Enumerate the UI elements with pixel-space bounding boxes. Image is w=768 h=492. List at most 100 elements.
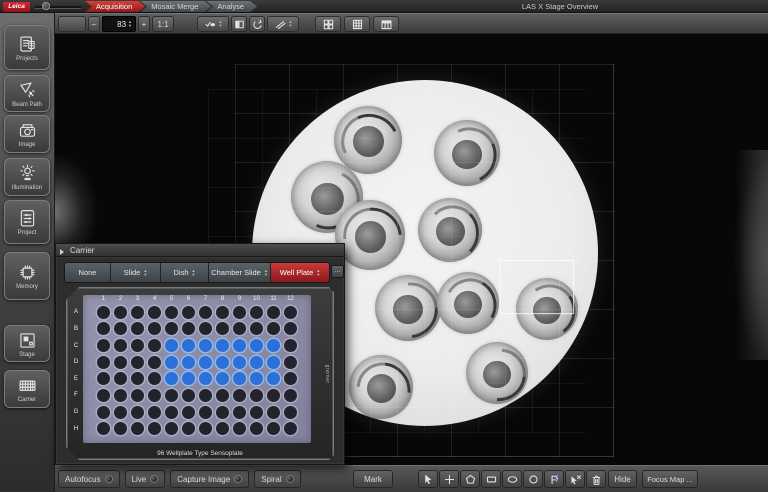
well-E8[interactable] [216,372,229,385]
well-H12[interactable] [284,422,297,435]
well-C4[interactable] [148,339,161,352]
well-F11[interactable] [267,389,280,402]
split-view-button[interactable] [231,16,247,32]
well-C11[interactable] [267,339,280,352]
zoom-in-button[interactable]: + [138,16,150,32]
well-H3[interactable] [131,422,144,435]
sidebar-item-memory[interactable]: Memory [4,252,50,300]
well-D11[interactable] [267,356,280,369]
focus-map-button[interactable]: Focus Map ... [642,470,698,488]
well-G2[interactable] [114,406,127,419]
well-H5[interactable] [165,422,178,435]
well-H1[interactable] [97,422,110,435]
sidebar-item-image[interactable]: Image [4,115,50,153]
well-H7[interactable] [199,422,212,435]
stepper-arrows[interactable]: ▲▼ [219,20,223,27]
well-A3[interactable] [131,306,144,319]
well-A5[interactable] [165,306,178,319]
well-B8[interactable] [216,322,229,335]
crosshair-button[interactable] [439,470,459,488]
tab-mosaic-merge[interactable]: Mosaic Merge [140,1,211,12]
well-A9[interactable] [233,306,246,319]
sidebar-item-illumination[interactable]: Illumination [4,158,50,196]
well-G8[interactable] [216,406,229,419]
well-A8[interactable] [216,306,229,319]
well-G10[interactable] [250,406,263,419]
well-C8[interactable] [216,339,229,352]
well-F5[interactable] [165,389,178,402]
well-G3[interactable] [131,406,144,419]
table-button[interactable] [373,16,399,32]
well-A6[interactable] [182,306,195,319]
well-H10[interactable] [250,422,263,435]
sidebar-item-carrier[interactable]: Carrier [4,370,50,408]
well-H9[interactable] [233,422,246,435]
well-D3[interactable] [131,356,144,369]
select-region-button[interactable] [58,16,86,32]
well-E7[interactable] [199,372,212,385]
well-D10[interactable] [250,356,263,369]
well-F2[interactable] [114,389,127,402]
well-A2[interactable] [114,306,127,319]
actual-size-button[interactable]: 1:1 [152,16,174,32]
well-C10[interactable] [250,339,263,352]
well-E1[interactable] [97,372,110,385]
brightness-slider-knob[interactable] [42,2,50,10]
trash-button[interactable] [586,470,606,488]
well-A10[interactable] [250,306,263,319]
ellipse-button[interactable] [502,470,522,488]
well-C3[interactable] [131,339,144,352]
hide-button[interactable]: Hide [608,470,637,488]
circle-button[interactable] [523,470,543,488]
well-C5[interactable] [165,339,178,352]
stepper-arrows[interactable]: ▲▼ [143,269,147,276]
well-G9[interactable] [233,406,246,419]
well-E10[interactable] [250,372,263,385]
well-G12[interactable] [284,406,297,419]
live-button[interactable]: Live [125,470,166,488]
well-C12[interactable] [284,339,297,352]
well-E9[interactable] [233,372,246,385]
overlay-check-button[interactable]: ▲▼ [197,16,229,32]
mark-button[interactable]: Mark [353,470,393,488]
well-D2[interactable] [114,356,127,369]
carrier-type-chamber-slide[interactable]: Chamber Slide▲▼ [209,263,271,282]
well-F8[interactable] [216,389,229,402]
tiles-button[interactable] [315,16,341,32]
well-H8[interactable] [216,422,229,435]
well-C1[interactable] [97,339,110,352]
focus-f-button[interactable] [544,470,564,488]
well-B10[interactable] [250,322,263,335]
autofocus-button[interactable]: Autofocus [58,470,120,488]
well-F6[interactable] [182,389,195,402]
sidebar-item-beam-path[interactable]: Beam Path [4,75,50,112]
well-E4[interactable] [148,372,161,385]
well-D1[interactable] [97,356,110,369]
well-B2[interactable] [114,322,127,335]
well-G1[interactable] [97,406,110,419]
well-B7[interactable] [199,322,212,335]
well-B9[interactable] [233,322,246,335]
capture-image-button[interactable]: Capture Image [170,470,249,488]
polygon-button[interactable] [460,470,480,488]
refresh-button[interactable] [249,16,265,32]
well-G6[interactable] [182,406,195,419]
well-A12[interactable] [284,306,297,319]
well-A7[interactable] [199,306,212,319]
stepper-arrows[interactable]: ▲▼ [289,20,293,27]
well-H4[interactable] [148,422,161,435]
more-carriers-button[interactable]: ... [331,265,344,278]
sidebar-item-project[interactable]: Project [4,200,50,244]
well-F7[interactable] [199,389,212,402]
carrier-type-none[interactable]: None [65,263,111,282]
delete-pointer-button[interactable] [565,470,585,488]
well-E6[interactable] [182,372,195,385]
tab-acquisition[interactable]: Acquisition [85,1,145,12]
well-E12[interactable] [284,372,297,385]
pointer-button[interactable] [418,470,438,488]
well-E3[interactable] [131,372,144,385]
well-B6[interactable] [182,322,195,335]
well-B12[interactable] [284,322,297,335]
well-G5[interactable] [165,406,178,419]
tab-analyse[interactable]: Analyse [206,1,257,12]
